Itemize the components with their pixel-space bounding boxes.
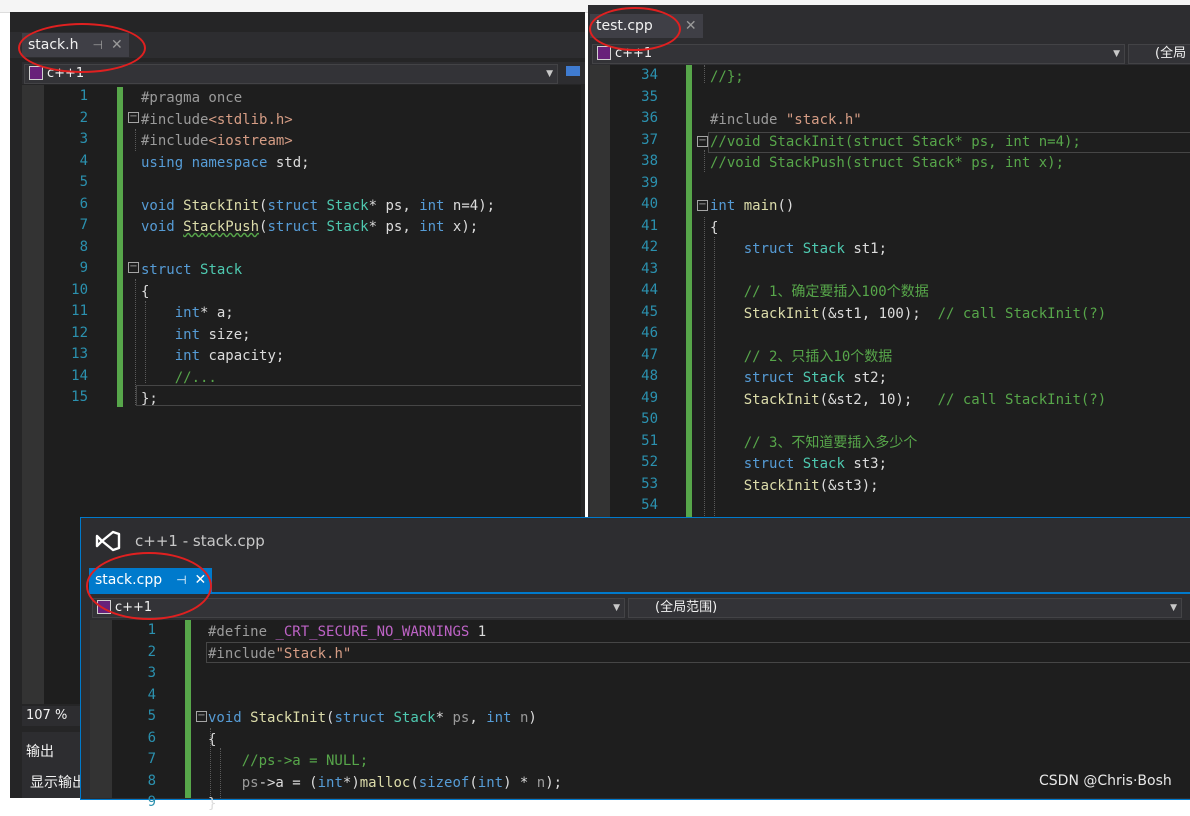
line-number: 53 xyxy=(641,475,658,492)
project-dropdown[interactable]: c++1 ▼ xyxy=(592,44,1125,64)
line-number: 3 xyxy=(147,665,156,681)
line-number: 8 xyxy=(79,238,88,255)
output-show-label: 显示输出 xyxy=(30,775,80,791)
line-number: 49 xyxy=(641,389,658,406)
line-number: 43 xyxy=(641,260,658,277)
project-icon xyxy=(597,45,611,60)
line-number: 6 xyxy=(147,729,156,746)
line-number: 13 xyxy=(71,346,88,362)
annotation-ring-stack-cpp xyxy=(86,552,212,620)
right-code-text: //}; #include "stack.h" //void StackInit… xyxy=(710,69,1107,494)
line-number: 34 xyxy=(641,67,658,83)
chevron-down-icon: ▼ xyxy=(613,603,620,613)
indent-guide xyxy=(704,65,705,83)
visual-studio-logo-icon xyxy=(95,529,121,557)
window-title: c++1 - stack.cpp xyxy=(135,532,265,550)
line-number: 44 xyxy=(641,282,658,298)
line-number: 3 xyxy=(79,131,88,147)
project-icon xyxy=(29,65,43,80)
change-tracking-bar xyxy=(686,65,692,520)
line-number: 11 xyxy=(71,303,88,319)
annotation-ring-stack-h xyxy=(18,23,146,73)
left-indicator-margin xyxy=(22,85,44,704)
line-number: 14 xyxy=(71,367,88,384)
chevron-down-icon: ▼ xyxy=(1170,603,1177,613)
line-number: 7 xyxy=(79,217,88,233)
line-number: 15 xyxy=(71,389,88,405)
line-number: 41 xyxy=(641,217,658,234)
line-number: 47 xyxy=(641,346,658,363)
line-number: 2 xyxy=(79,109,88,126)
line-number: 8 xyxy=(147,772,156,789)
change-tracking-bar xyxy=(185,620,191,798)
line-number: 40 xyxy=(641,196,658,212)
line-number: 54 xyxy=(641,497,658,513)
floating-navigation-bar: c++1 ▼ (全局范围) ▼ xyxy=(90,596,1190,618)
floating-indicator-margin xyxy=(90,620,112,798)
split-view-icon[interactable] xyxy=(566,66,580,76)
line-number: 9 xyxy=(79,260,88,276)
line-number: 2 xyxy=(147,643,156,660)
annotation-ring-test-cpp xyxy=(589,7,681,51)
line-number: 1 xyxy=(147,622,156,638)
line-number: 7 xyxy=(147,751,156,767)
indent-guide xyxy=(704,150,705,172)
line-number: 36 xyxy=(641,110,658,126)
fold-icon[interactable]: − xyxy=(697,136,708,147)
chevron-down-icon: ▼ xyxy=(1113,49,1120,59)
indent-guide xyxy=(135,279,136,405)
line-number: 37 xyxy=(641,131,658,148)
line-number: 46 xyxy=(641,325,658,341)
line-number: 52 xyxy=(641,454,658,470)
fold-icon[interactable]: − xyxy=(196,711,207,722)
line-number: 50 xyxy=(641,411,658,427)
line-number: 6 xyxy=(79,195,88,212)
chevron-down-icon: ▼ xyxy=(546,69,553,79)
close-icon[interactable]: ✕ xyxy=(685,18,697,34)
output-panel-title[interactable]: 输出 xyxy=(26,741,54,761)
line-number: 10 xyxy=(71,281,88,298)
line-number: 35 xyxy=(641,88,658,105)
line-number: 48 xyxy=(641,368,658,384)
watermark: CSDN @Chris·Bosh xyxy=(1039,773,1172,789)
left-code-text: #pragma once #include<stdlib.h> #include… xyxy=(141,90,496,407)
scope-dropdown[interactable]: (全局 xyxy=(1128,44,1190,64)
line-number: 5 xyxy=(147,708,156,724)
change-tracking-bar xyxy=(117,87,123,407)
line-number: 5 xyxy=(79,174,88,190)
line-number: 51 xyxy=(641,432,658,449)
tab-underline xyxy=(89,592,1190,594)
line-number: 9 xyxy=(147,794,156,810)
fold-icon[interactable]: − xyxy=(697,200,708,211)
line-number: 4 xyxy=(79,152,88,169)
line-number: 38 xyxy=(641,153,658,169)
line-number: 1 xyxy=(79,88,88,104)
right-indicator-margin xyxy=(590,65,610,520)
line-number: 4 xyxy=(147,686,156,703)
line-number: 42 xyxy=(641,239,658,255)
fold-icon[interactable]: − xyxy=(128,262,139,273)
right-navigation-bar: c++1 ▼ (全局 xyxy=(590,42,1190,64)
line-number: 39 xyxy=(641,174,658,191)
line-number: 12 xyxy=(71,324,88,341)
indent-guide xyxy=(704,217,705,520)
floating-code-text: #define _CRT_SECURE_NO_WARNINGS 1 #inclu… xyxy=(208,624,563,812)
zoom-level[interactable]: 107 % xyxy=(22,706,84,726)
scope-dropdown[interactable]: (全局范围) ▼ xyxy=(628,598,1182,618)
fold-icon[interactable]: − xyxy=(128,112,139,123)
indent-guide xyxy=(135,129,136,151)
line-number: 45 xyxy=(641,303,658,320)
